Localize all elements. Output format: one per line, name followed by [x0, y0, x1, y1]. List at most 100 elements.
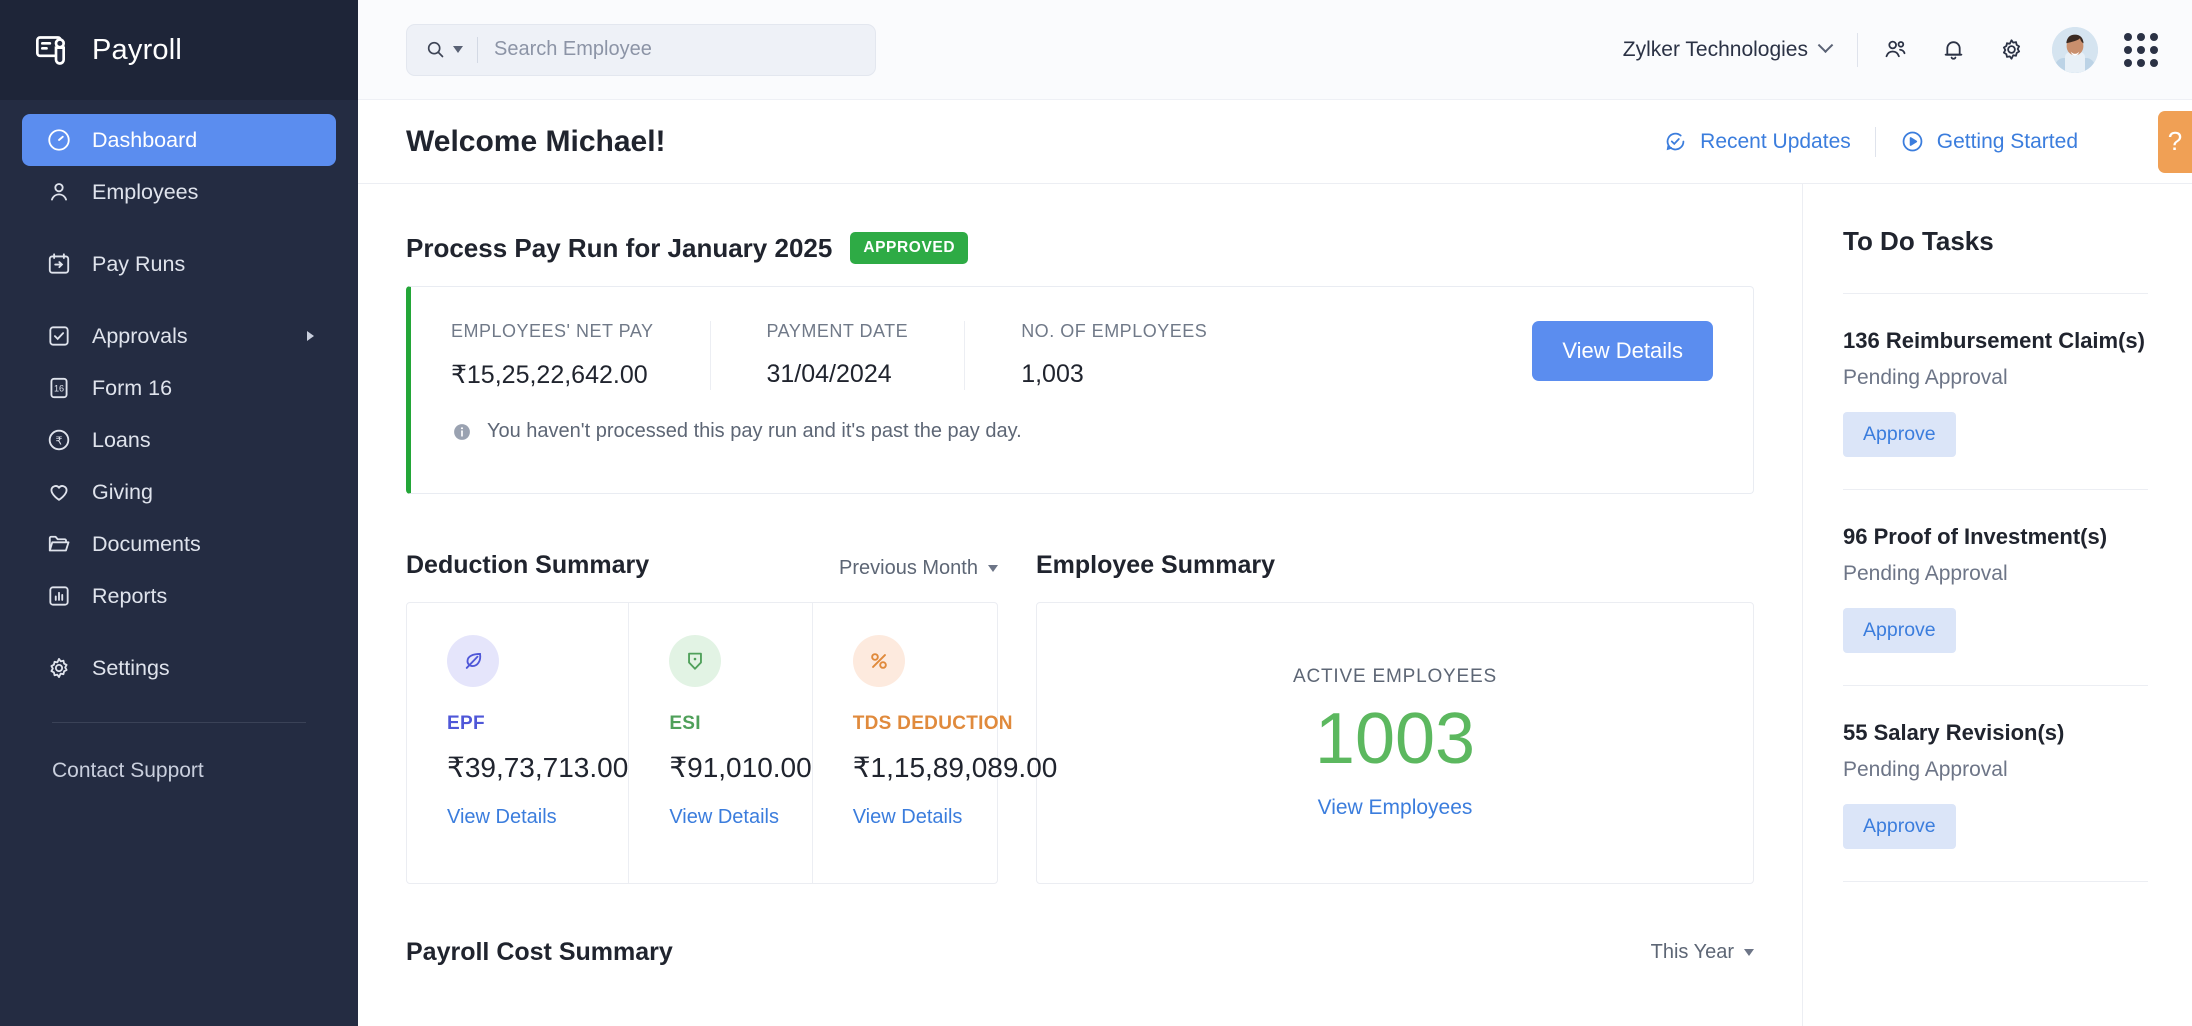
- svg-text:₹: ₹: [56, 435, 63, 447]
- sidebar-spacer: [0, 622, 358, 642]
- payrun-body: EMPLOYEES' NET PAY ₹15,25,22,642.00 PAYM…: [451, 321, 1263, 443]
- play-circle-icon: [1900, 129, 1925, 154]
- approve-button[interactable]: Approve: [1843, 804, 1956, 849]
- deduction-tiles: EPF ₹39,73,713.00 View Details: [406, 602, 998, 884]
- welcome-row: Welcome Michael! Recent Updates Getting …: [358, 100, 2192, 184]
- todo-item: 55 Salary Revision(s) Pending Approval A…: [1843, 685, 2148, 882]
- stat-employee-count: NO. OF EMPLOYEES 1,003: [964, 321, 1263, 390]
- deduction-tile-link[interactable]: View Details: [669, 806, 779, 828]
- payroll-cost-period-label: This Year: [1651, 941, 1734, 964]
- caret-down-icon: [1744, 949, 1754, 956]
- page-title: Welcome Michael!: [406, 125, 666, 159]
- todo-item-status: Pending Approval: [1843, 562, 2148, 586]
- caret-down-icon: [453, 46, 463, 53]
- deduction-summary-title: Deduction Summary: [406, 551, 649, 580]
- stat-payment-date: PAYMENT DATE 31/04/2024: [710, 321, 965, 390]
- dashboard-column: Process Pay Run for January 2025 APPROVE…: [358, 184, 1802, 1026]
- sidebar-item-label: Dashboard: [92, 128, 197, 153]
- sidebar-item-pay-runs[interactable]: Pay Runs: [22, 238, 336, 290]
- view-employees-link[interactable]: View Employees: [1318, 796, 1473, 820]
- calendar-arrow-icon: [46, 251, 72, 277]
- sidebar-spacer: [0, 290, 358, 310]
- percent-icon: [853, 635, 905, 687]
- view-details-button[interactable]: View Details: [1532, 321, 1713, 381]
- status-badge: APPROVED: [850, 232, 968, 264]
- sidebar-item-approvals[interactable]: Approvals: [22, 310, 336, 362]
- deduction-tile-label: TDS DEDUCTION: [853, 713, 1058, 735]
- sidebar-item-label: Pay Runs: [92, 252, 185, 277]
- sidebar-item-loans[interactable]: ₹ Loans: [22, 414, 336, 466]
- todo-item-status: Pending Approval: [1843, 366, 2148, 390]
- recent-updates-link[interactable]: Recent Updates: [1639, 129, 1875, 154]
- chevron-down-icon: [1818, 37, 1834, 53]
- payrun-note: You haven't processed this pay run and i…: [451, 420, 1263, 443]
- deduction-tile-tds: TDS DEDUCTION ₹1,15,89,089.00 View Detai…: [812, 603, 1058, 883]
- payrun-title: Process Pay Run for January 2025: [406, 233, 832, 264]
- active-employees-label: ACTIVE EMPLOYEES: [1293, 666, 1497, 688]
- approve-button[interactable]: Approve: [1843, 608, 1956, 653]
- refresh-check-icon: [1663, 129, 1688, 154]
- sidebar-item-label: Form 16: [92, 376, 172, 401]
- bar-chart-icon: [46, 583, 72, 609]
- payroll-cost-period-dropdown[interactable]: This Year: [1651, 941, 1754, 964]
- payrun-stats: EMPLOYEES' NET PAY ₹15,25,22,642.00 PAYM…: [451, 321, 1263, 390]
- bell-icon[interactable]: [1924, 21, 1982, 79]
- payrun-header: Process Pay Run for January 2025 APPROVE…: [406, 184, 1754, 286]
- folder-icon: [46, 531, 72, 557]
- deduction-tile-link[interactable]: View Details: [853, 806, 963, 828]
- heart-icon: [46, 479, 72, 505]
- sidebar-brand-label: Payroll: [92, 34, 182, 67]
- stat-label: NO. OF EMPLOYEES: [1021, 321, 1207, 342]
- sidebar-item-employees[interactable]: Employees: [22, 166, 336, 218]
- users-icon[interactable]: [1866, 21, 1924, 79]
- getting-started-link[interactable]: Getting Started: [1876, 129, 2102, 154]
- search-box[interactable]: [406, 24, 876, 76]
- sidebar-item-reports[interactable]: Reports: [22, 570, 336, 622]
- deduction-tile-label: ESI: [669, 713, 811, 735]
- deduction-period-label: Previous Month: [839, 557, 978, 580]
- gear-icon[interactable]: [1982, 21, 2040, 79]
- deduction-tile-link[interactable]: View Details: [447, 806, 557, 828]
- sidebar-item-documents[interactable]: Documents: [22, 518, 336, 570]
- apps-grid-icon[interactable]: [2124, 33, 2158, 67]
- sidebar-item-form-16[interactable]: 16 Form 16: [22, 362, 336, 414]
- top-bar-actions: Zylker Technologies: [1623, 21, 2158, 79]
- sidebar-item-label: Employees: [92, 180, 198, 205]
- deduction-tile-epf: EPF ₹39,73,713.00 View Details: [407, 603, 628, 883]
- chevron-right-icon: [307, 331, 314, 341]
- main-area: Zylker Technologies: [358, 0, 2192, 1026]
- search-scope-dropdown[interactable]: [407, 25, 477, 75]
- contact-support-link[interactable]: Contact Support: [0, 723, 358, 783]
- shield-icon: [669, 635, 721, 687]
- sidebar-item-giving[interactable]: Giving: [22, 466, 336, 518]
- person-icon: [46, 179, 72, 205]
- todo-item-heading: 55 Salary Revision(s): [1843, 720, 2148, 746]
- top-bar-divider: [1857, 33, 1858, 67]
- sidebar-item-label: Loans: [92, 428, 151, 453]
- sidebar-item-settings[interactable]: Settings: [22, 642, 336, 694]
- deduction-summary-section: Deduction Summary Previous Month: [406, 538, 998, 884]
- form16-icon: 16: [46, 375, 72, 401]
- sidebar-brand[interactable]: Payroll: [0, 0, 358, 100]
- avatar[interactable]: [2052, 27, 2098, 73]
- deduction-tile-value: ₹91,010.00: [669, 751, 811, 784]
- active-employees-card: ACTIVE EMPLOYEES 1003 View Employees: [1036, 602, 1754, 884]
- search-input[interactable]: [478, 38, 875, 61]
- todo-item-heading: 96 Proof of Investment(s): [1843, 524, 2148, 550]
- sidebar-item-dashboard[interactable]: Dashboard: [22, 114, 336, 166]
- recent-updates-label: Recent Updates: [1700, 130, 1851, 154]
- todo-item: 136 Reimbursement Claim(s) Pending Appro…: [1843, 293, 2148, 489]
- employee-summary-section: Employee Summary ACTIVE EMPLOYEES 1003 V…: [1036, 538, 1754, 884]
- caret-down-icon: [988, 565, 998, 572]
- stat-label: EMPLOYEES' NET PAY: [451, 321, 654, 342]
- summary-row: Deduction Summary Previous Month: [406, 494, 1754, 884]
- sidebar-spacer: [0, 218, 358, 238]
- help-button[interactable]: ?: [2158, 111, 2192, 173]
- welcome-actions: Recent Updates Getting Started: [1639, 127, 2192, 157]
- org-switcher[interactable]: Zylker Technologies: [1623, 38, 1857, 62]
- approve-button[interactable]: Approve: [1843, 412, 1956, 457]
- deduction-period-dropdown[interactable]: Previous Month: [839, 557, 998, 580]
- info-icon: [451, 421, 473, 443]
- sidebar-item-label: Approvals: [92, 324, 188, 349]
- todo-item: 96 Proof of Investment(s) Pending Approv…: [1843, 489, 2148, 685]
